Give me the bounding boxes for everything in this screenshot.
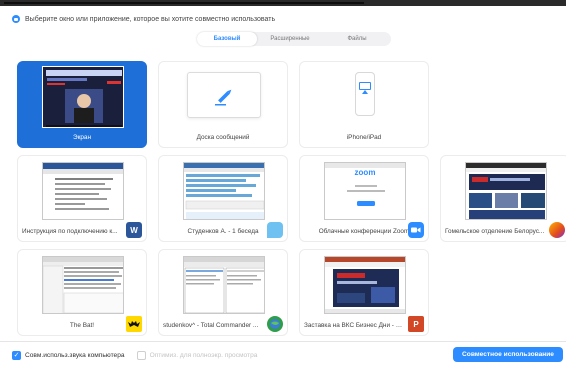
- footer-options: ✓ Совм.использ.звука компьютера Оптимиз.…: [12, 349, 257, 361]
- tile-label: The Bat!: [69, 322, 95, 329]
- pen-icon: [215, 89, 232, 106]
- zoom-app-icon: [12, 15, 20, 23]
- window-thumbnail: [42, 256, 124, 314]
- tile-iphone-ipad[interactable]: iPhone/iPad: [299, 61, 429, 148]
- tile-window-chat[interactable]: Студенков А. - 1 беседа: [158, 155, 288, 242]
- share-button[interactable]: Совместное использование: [453, 347, 563, 362]
- powerpoint-icon: P: [408, 316, 424, 332]
- share-sound-label[interactable]: Совм.использ.звука компьютера: [25, 352, 125, 359]
- tile-window-thebat[interactable]: The Bat!: [17, 249, 147, 336]
- firefox-icon: [549, 222, 565, 238]
- total-commander-icon: [267, 316, 283, 332]
- word-icon: W: [126, 222, 142, 238]
- tile-window-firefox[interactable]: Гомельское отделение Белорус...: [440, 155, 566, 242]
- title-bar: Выберите окно или приложение, которое вы…: [12, 13, 275, 25]
- share-tabs: Базовый Расширенные Файлы: [197, 32, 391, 46]
- window-title: Выберите окно или приложение, которое вы…: [25, 15, 276, 23]
- zoom-logo-text: zoom: [354, 168, 376, 177]
- whiteboard-thumbnail: [187, 72, 261, 118]
- top-border: [0, 0, 566, 6]
- tile-window-word[interactable]: Инструкция по подключению к... W: [17, 155, 147, 242]
- tile-label: studenkov^ - Total Commander ...: [163, 322, 259, 329]
- tile-label: Доска сообщений: [196, 134, 250, 141]
- window-thumbnail: [183, 162, 265, 220]
- tile-label: Заставка на ВКС Бизнес Дни - P...: [304, 322, 404, 329]
- tab-advanced[interactable]: Расширенные: [257, 32, 323, 46]
- tile-label: Гомельское отделение Белорус...: [445, 228, 545, 235]
- footer-divider: [0, 341, 566, 342]
- tab-files[interactable]: Файлы: [323, 32, 391, 46]
- screen-thumbnail: [42, 66, 124, 128]
- phone-outline: [355, 72, 375, 116]
- tile-label: iPhone/iPad: [346, 134, 382, 141]
- tile-label: Студенков А. - 1 беседа: [187, 228, 259, 235]
- chat-icon: [267, 222, 283, 238]
- window-thumbnail: [465, 162, 547, 220]
- tile-label: Инструкция по подключению к...: [22, 228, 118, 235]
- tile-screen[interactable]: Экран: [17, 61, 147, 148]
- optimize-video-label[interactable]: Оптимиз. для полноэкр. просмотра: [150, 352, 258, 359]
- bat-icon: [126, 316, 142, 332]
- window-thumbnail: [324, 256, 406, 314]
- tile-whiteboard[interactable]: Доска сообщений: [158, 61, 288, 148]
- tile-window-zoom[interactable]: zoom Облачные конференции Zoom: [299, 155, 429, 242]
- optimize-video-checkbox[interactable]: [136, 350, 146, 360]
- top-rule: [4, 2, 364, 4]
- airplay-arrow: [362, 90, 368, 94]
- tile-label: Облачные конференции Zoom: [318, 228, 410, 235]
- airplay-icon: [359, 82, 371, 90]
- tab-basic[interactable]: Базовый: [197, 32, 257, 46]
- zoom-icon: [408, 222, 424, 238]
- window-thumbnail: [42, 162, 124, 220]
- tile-window-totalcmd[interactable]: studenkov^ - Total Commander ...: [158, 249, 288, 336]
- share-sound-checkbox[interactable]: ✓: [12, 350, 21, 360]
- tile-window-powerpoint[interactable]: Заставка на ВКС Бизнес Дни - P... P: [299, 249, 429, 336]
- window-thumbnail: [183, 256, 265, 314]
- tile-label: Экран: [72, 134, 92, 141]
